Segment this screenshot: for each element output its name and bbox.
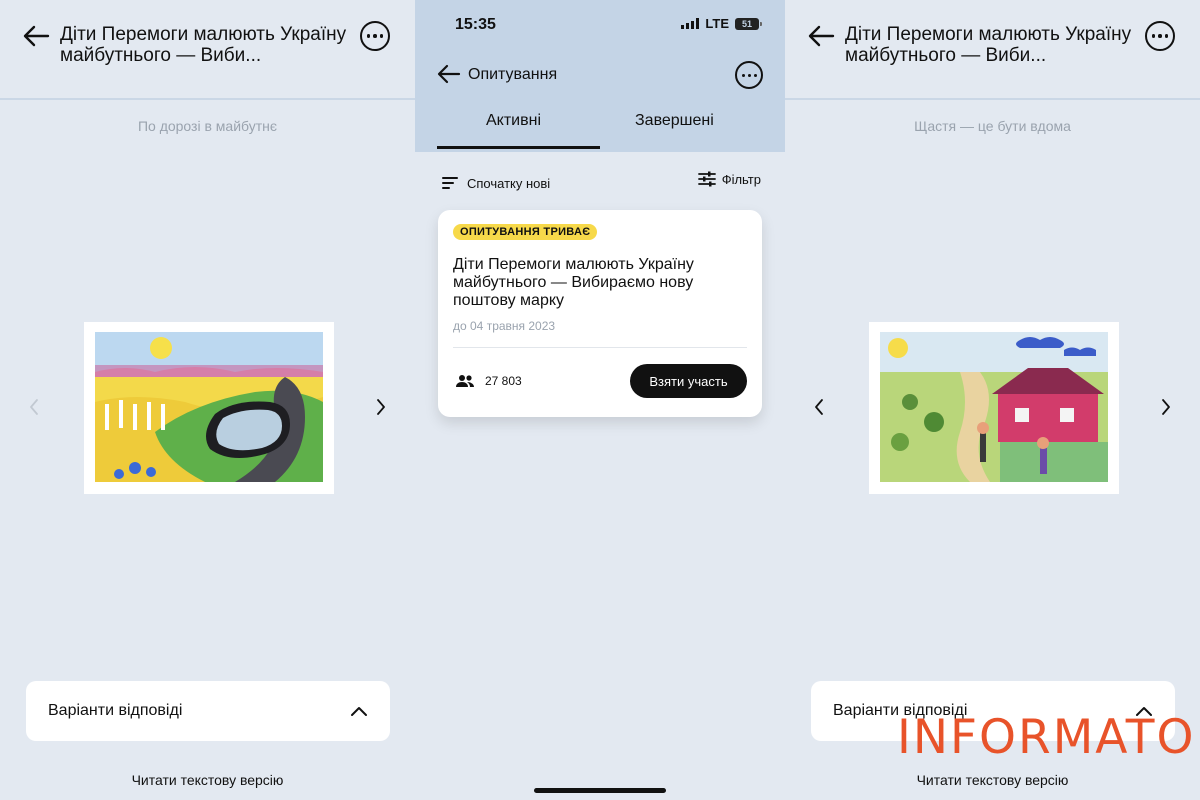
more-icon[interactable] xyxy=(360,21,390,51)
sort-label: Спочатку нові xyxy=(467,175,551,191)
more-icon[interactable] xyxy=(1145,21,1175,51)
drawing-happiness-home xyxy=(880,332,1108,482)
divider xyxy=(453,347,747,348)
top-bar: 15:35 LTE 51 Опитування Активні Завершен… xyxy=(415,0,785,152)
header: Діти Перемоги малюють Україну майбутньог… xyxy=(785,0,1200,100)
people-icon xyxy=(456,375,474,387)
chevron-right-icon[interactable] xyxy=(373,396,389,418)
status-badge: ОПИТУВАННЯ ТРИВАЄ xyxy=(453,224,598,240)
image-caption: Щастя — це бути вдома xyxy=(914,118,1071,134)
page-title: Діти Перемоги малюють Україну майбутньог… xyxy=(60,24,347,66)
read-text-version-link[interactable]: Читати текстову версію xyxy=(0,772,415,788)
join-button[interactable]: Взяти участь xyxy=(630,364,747,398)
tab-active[interactable]: Активні xyxy=(486,112,541,130)
participants-value: 27 803 xyxy=(485,374,522,388)
chevron-left-icon[interactable] xyxy=(811,396,827,418)
header: Діти Перемоги малюють Україну майбутньог… xyxy=(0,0,415,100)
signal-icon xyxy=(681,18,700,29)
sort-button[interactable]: Спочатку нові xyxy=(441,174,550,192)
battery-icon: 51 xyxy=(735,17,762,30)
participants-count: 27 803 xyxy=(455,374,522,388)
status-time: 15:35 xyxy=(455,16,496,33)
filter-icon xyxy=(697,171,716,187)
more-icon[interactable] xyxy=(735,61,763,89)
tab-indicator xyxy=(437,146,600,149)
watermark-text: INFORMATOR xyxy=(897,710,1200,765)
chevron-up-icon xyxy=(351,707,367,716)
answers-label: Варіанти відповіді xyxy=(48,702,183,719)
header-title: Опитування xyxy=(468,66,558,83)
filter-label: Фільтр xyxy=(721,171,761,187)
page-title: Діти Перемоги малюють Україну майбутньог… xyxy=(845,24,1132,66)
filter-button[interactable]: Фільтр xyxy=(697,170,761,188)
drawing-road-to-future xyxy=(95,332,323,482)
stamp-image[interactable] xyxy=(865,318,1123,498)
poll-title: Діти Перемоги малюють Україну майбутньог… xyxy=(453,256,694,309)
back-arrow-icon[interactable] xyxy=(22,24,50,48)
stamp-image[interactable] xyxy=(80,318,338,498)
back-arrow-icon[interactable] xyxy=(437,63,461,85)
poll-date: до 04 травня 2023 xyxy=(453,319,556,333)
right-screen: Діти Перемоги малюють Україну майбутньог… xyxy=(785,0,1200,800)
image-caption: По дорозі в майбутнє xyxy=(137,118,278,134)
read-text-version-link[interactable]: Читати текстову версію xyxy=(785,772,1200,788)
answers-accordion[interactable]: Варіанти відповіді xyxy=(26,681,390,741)
sort-icon xyxy=(442,177,458,189)
home-indicator[interactable] xyxy=(534,788,666,793)
tab-completed[interactable]: Завершені xyxy=(635,112,714,130)
informator-watermark-logo: INFORMATOR xyxy=(897,710,1200,768)
back-arrow-icon[interactable] xyxy=(807,24,835,48)
network-label: LTE xyxy=(705,16,729,31)
chevron-left-icon[interactable] xyxy=(26,396,42,418)
middle-screen: 15:35 LTE 51 Опитування Активні Завершен… xyxy=(415,0,785,800)
status-icons: LTE 51 xyxy=(681,16,762,31)
left-screen: Діти Перемоги малюють Україну майбутньог… xyxy=(0,0,415,800)
poll-card[interactable]: ОПИТУВАННЯ ТРИВАЄ Діти Перемоги малюють … xyxy=(438,210,762,417)
chevron-right-icon[interactable] xyxy=(1158,396,1174,418)
